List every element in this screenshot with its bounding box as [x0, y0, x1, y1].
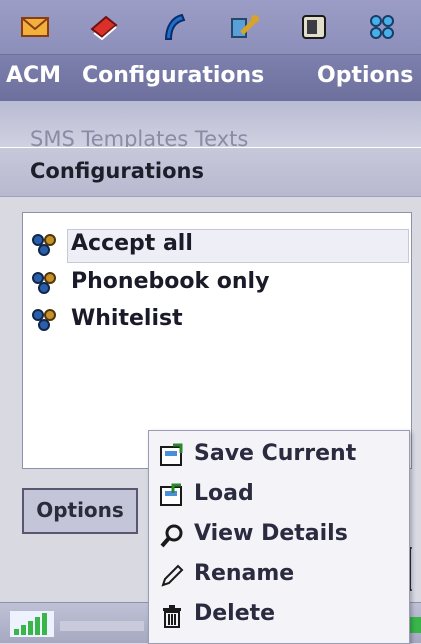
list-item-label: Whitelist: [71, 306, 183, 331]
menu-item-save-current[interactable]: Save Current: [149, 435, 409, 473]
list-item-label: Phonebook only: [71, 269, 270, 294]
list-item-phonebook-only[interactable]: Phonebook only: [23, 265, 411, 301]
menu-item-configurations[interactable]: Configurations: [82, 63, 264, 88]
list-item-accept-all[interactable]: Accept all: [23, 227, 411, 263]
device-icon[interactable]: [298, 11, 330, 43]
menu-item-label: Load: [194, 481, 254, 506]
background-list: SMS Templates Texts: [0, 101, 421, 147]
save-icon: [160, 443, 183, 466]
pencil-icon: [161, 564, 184, 587]
background-list-item: SMS Templates Texts: [30, 127, 249, 147]
envelope-icon[interactable]: [19, 11, 51, 43]
menu-item-options[interactable]: Options: [317, 63, 413, 88]
status-bar-segment: [60, 621, 144, 631]
menu-item-label: Delete: [194, 601, 276, 626]
menu-bar: ACM Configurations Options: [0, 55, 421, 101]
tools-icon[interactable]: [228, 11, 260, 43]
menu-item-load[interactable]: Load: [149, 475, 409, 513]
config-icon: [32, 234, 56, 256]
config-icon: [32, 272, 56, 294]
grid-icon[interactable]: [366, 11, 398, 43]
magnifier-icon: [160, 524, 183, 548]
dialog-divider: [0, 196, 421, 197]
phone-icon[interactable]: [158, 11, 190, 43]
config-icon: [32, 309, 56, 331]
menu-item-acm[interactable]: ACM: [6, 63, 61, 88]
menu-item-label: View Details: [194, 521, 348, 546]
options-button[interactable]: Options: [22, 488, 138, 534]
book-icon[interactable]: [88, 11, 120, 43]
load-icon: [160, 483, 182, 506]
menu-item-delete[interactable]: Delete: [149, 595, 409, 633]
trash-icon: [163, 605, 181, 628]
signal-strength-icon: [10, 611, 54, 637]
menu-item-label: Save Current: [194, 441, 357, 466]
dialog-title: Configurations: [30, 159, 204, 183]
list-item-label: Accept all: [71, 231, 193, 256]
options-popup-menu: Save Current Load View Details Rename De…: [148, 430, 410, 644]
menu-item-rename[interactable]: Rename: [149, 555, 409, 593]
list-item-whitelist[interactable]: Whitelist: [23, 302, 411, 338]
menu-item-label: Rename: [194, 561, 295, 586]
dialog-title-bar: Configurations: [0, 147, 421, 196]
menu-item-view-details[interactable]: View Details: [149, 515, 409, 553]
top-toolbar: [0, 0, 421, 55]
